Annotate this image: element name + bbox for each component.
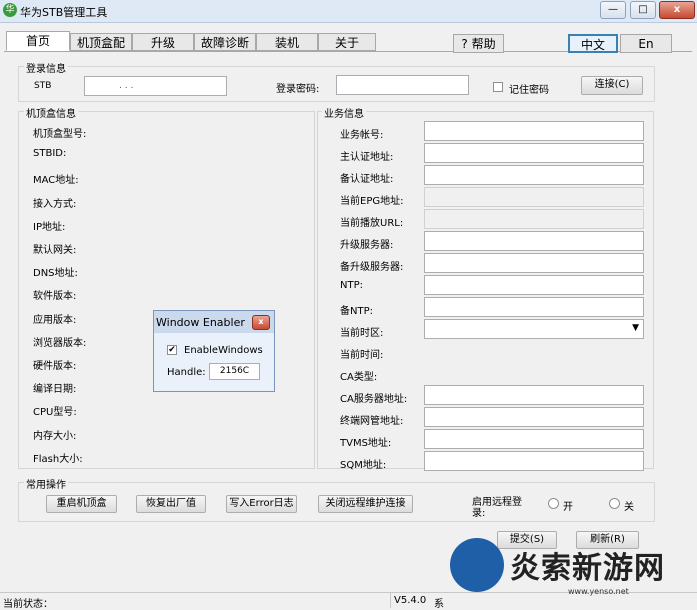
password-input[interactable] — [336, 75, 469, 95]
biz-field-label: 升级服务器: — [340, 240, 394, 251]
biz-field-input[interactable] — [424, 407, 644, 427]
stb-field-label: 默认网关: — [33, 245, 77, 256]
status-divider — [390, 593, 391, 608]
biz-field-label: 当前播放URL: — [340, 218, 404, 229]
handle-field[interactable]: 2156C — [209, 363, 260, 380]
tab-upgrade[interactable]: 升级 — [132, 33, 194, 51]
remember-password-checkbox[interactable] — [493, 82, 503, 92]
biz-field-input[interactable] — [424, 297, 644, 317]
biz-field-input[interactable] — [424, 187, 644, 207]
stb-field-label: 接入方式: — [33, 198, 77, 210]
stb-field-label: 编译日期: — [33, 384, 77, 396]
stb-field-label: CPU型号: — [33, 407, 77, 419]
enable-windows-label: EnableWindows — [184, 345, 263, 356]
biz-field-label: 当前时区: — [340, 328, 384, 339]
common-ops-group-title: 常用操作 — [24, 476, 68, 491]
stb-field-label: IP地址: — [33, 221, 66, 233]
biz-field-input[interactable] — [424, 209, 644, 229]
tab-home[interactable]: 首页 — [6, 31, 70, 51]
tab-install[interactable]: 装机 — [256, 33, 318, 51]
app-icon: 华 — [3, 3, 17, 17]
biz-field-label: NTP: — [340, 280, 363, 291]
stb-field-label: 软件版本: — [33, 291, 77, 303]
biz-field-label: 备升级服务器: — [340, 262, 404, 273]
tab-diagnosis[interactable]: 故障诊断 — [194, 33, 256, 51]
watermark-text: 炎索新游网 — [510, 551, 665, 586]
dialog-close-button[interactable]: x — [252, 315, 270, 330]
biz-field-input[interactable] — [424, 165, 644, 185]
biz-field-label: SQM地址: — [340, 460, 387, 471]
remember-password-label: 记住密码 — [509, 85, 549, 96]
remote-login-on-label: 开 — [563, 502, 573, 513]
write-error-log-button[interactable]: 写入Error日志 — [226, 495, 297, 513]
biz-field-input[interactable] — [424, 253, 644, 273]
biz-field-input[interactable] — [424, 385, 644, 405]
biz-field-label: 当前时间: — [340, 350, 384, 361]
window-enabler-dialog: Window Enabler x ✔ EnableWindows Handle:… — [153, 310, 275, 392]
biz-field-label: 备认证地址: — [340, 174, 394, 185]
close-remote-connection-button[interactable]: 关闭远程维护连接 — [318, 495, 413, 513]
watermark-logo-icon — [450, 538, 504, 592]
biz-field-input[interactable] — [424, 231, 644, 251]
reboot-stb-button[interactable]: 重启机顶盒 — [46, 495, 117, 513]
dialog-title: Window Enabler — [156, 316, 245, 329]
close-button[interactable]: x — [659, 1, 695, 19]
password-label: 登录密码: — [276, 84, 320, 95]
biz-field-label: TVMS地址: — [340, 438, 392, 449]
remote-login-on-radio[interactable] — [548, 498, 559, 509]
stb-field-label: 硬件版本: — [33, 361, 77, 372]
biz-field-label: CA服务器地址: — [340, 394, 408, 405]
biz-field-input[interactable] — [424, 121, 644, 141]
window-title: 华为STB管理工具 — [20, 6, 108, 19]
connect-button[interactable]: 连接(C) — [581, 76, 643, 95]
lang-zh-button[interactable]: 中文 — [568, 34, 618, 53]
help-button[interactable]: ? 帮助 — [453, 34, 504, 53]
biz-field-input[interactable] — [424, 451, 644, 471]
maximize-button[interactable]: □ — [630, 1, 656, 19]
biz-field-input[interactable] — [424, 143, 644, 163]
stb-field-label: 内存大小: — [33, 430, 77, 442]
tab-stb-config[interactable]: 机顶盒配 — [70, 33, 132, 51]
biz-field-label: CA类型: — [340, 372, 378, 383]
remote-login-label: 启用远程登录: — [472, 497, 522, 519]
stb-field-label: 应用版本: — [33, 314, 77, 326]
stb-ip-input[interactable]: . . . — [84, 76, 227, 96]
chevron-down-icon[interactable]: ▼ — [632, 323, 639, 333]
biz-info-group-title: 业务信息 — [322, 105, 366, 120]
timezone-select[interactable]: ▼ — [424, 319, 644, 339]
remote-login-off-label: 关 — [624, 502, 634, 513]
stb-field-label: Flash大小: — [33, 453, 83, 465]
tab-about[interactable]: 关于 — [318, 33, 376, 51]
remote-login-off-radio[interactable] — [609, 498, 620, 509]
biz-field-label: 业务帐号: — [340, 130, 384, 141]
biz-field-label: 备NTP: — [340, 306, 373, 317]
lang-en-button[interactable]: En — [620, 34, 672, 53]
stb-field-label: STBID: — [33, 148, 67, 160]
biz-field-label: 终端网管地址: — [340, 416, 404, 427]
stb-field-label: 机顶盒型号: — [33, 129, 87, 140]
biz-field-input[interactable] — [424, 429, 644, 449]
enable-windows-checkbox[interactable]: ✔ — [167, 345, 177, 355]
factory-reset-button[interactable]: 恢复出厂值 — [136, 495, 206, 513]
biz-field-label: 主认证地址: — [340, 152, 394, 163]
biz-field-input[interactable] — [424, 275, 644, 295]
handle-label: Handle: — [167, 367, 206, 378]
version-text: V5.4.0 — [394, 595, 427, 606]
stb-label: STB — [34, 81, 52, 91]
stb-field-label: MAC地址: — [33, 175, 79, 187]
stb-field-label: 浏览器版本: — [33, 337, 87, 349]
watermark-url: www.yenso.net — [568, 587, 629, 596]
status-extra: 系 — [434, 599, 444, 610]
biz-field-label: 当前EPG地址: — [340, 196, 404, 207]
stb-info-group-title: 机顶盒信息 — [24, 105, 78, 120]
login-group-title: 登录信息 — [24, 60, 68, 75]
stb-field-label: DNS地址: — [33, 268, 78, 280]
status-label: 当前状态： — [3, 599, 53, 610]
minimize-button[interactable]: — — [600, 1, 626, 19]
